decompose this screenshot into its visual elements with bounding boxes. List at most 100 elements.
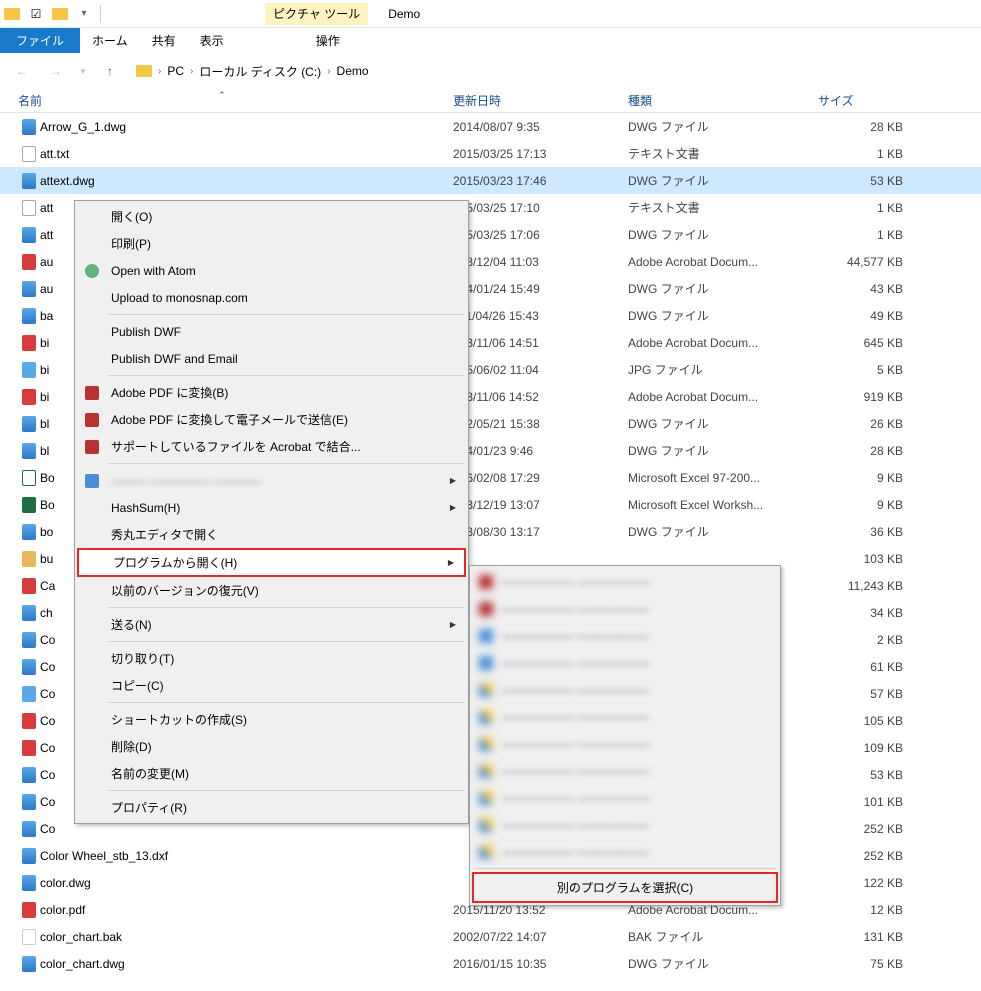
ctx-rename[interactable]: 名前の変更(M) [77,760,466,787]
file-type: JPG ファイル [628,361,818,378]
submenu-choose-another[interactable]: 別のプログラムを選択(C) [472,872,778,903]
ctx-create-shortcut[interactable]: ショートカットの作成(S) [77,706,466,733]
crumb-folder[interactable]: Demo [337,64,369,78]
tab-operate[interactable]: 操作 [304,28,352,53]
ctx-delete[interactable]: 削除(D) [77,733,466,760]
submenu-app-item[interactable]: —————— —————— [472,838,778,865]
app-icon [477,789,495,807]
app-icon [477,816,495,834]
submenu-app-item[interactable]: —————— —————— [472,703,778,730]
ctx-prev-versions[interactable]: 以前のバージョンの復元(V) [77,577,466,604]
ctx-publish-dwf-email[interactable]: Publish DWF and Email [77,345,466,372]
atom-icon [85,264,99,278]
table-row[interactable]: color_chart.bak2002/07/22 14:07BAK ファイル1… [0,923,981,950]
file-size: 43 KB [818,282,903,296]
file-size: 26 KB [818,417,903,431]
ctx-hidemaru[interactable]: 秀丸エディタで開く [77,521,466,548]
ctx-print[interactable]: 印刷(P) [77,230,466,257]
tab-view[interactable]: 表示 [188,28,236,53]
ctx-blurred-item[interactable]: ——— ————— ———— [77,467,466,494]
table-row[interactable]: Arrow_G_1.dwg2014/08/07 9:35DWG ファイル28 K… [0,113,981,140]
submenu-app-item[interactable]: —————— —————— [472,757,778,784]
app-icon [477,627,495,645]
forward-button[interactable]: → [42,57,70,85]
ctx-publish-dwf[interactable]: Publish DWF [77,318,466,345]
ctx-open[interactable]: 開く(O) [77,203,466,230]
context-menu: 開く(O) 印刷(P) Open with Atom Upload to mon… [74,200,469,824]
submenu-app-item[interactable]: —————— —————— [472,622,778,649]
adobe-icon [85,413,99,427]
file-date: 013/08/30 13:17 [453,525,628,539]
file-size: 1 KB [818,228,903,242]
tab-file[interactable]: ファイル [0,28,80,53]
titlebar: ☑ ▾ ピクチャ ツール Demo [0,0,981,28]
col-date[interactable]: 更新日時 [453,92,628,109]
ctx-open-with[interactable]: プログラムから開く(H) [77,548,466,577]
submenu-app-item[interactable]: —————— —————— [472,811,778,838]
ctx-adobe-pdf[interactable]: Adobe PDF に変換(B) [77,379,466,406]
submenu-app-item[interactable]: —————— —————— [472,649,778,676]
col-name[interactable]: 名前 ⌃ [18,92,453,109]
file-type: Adobe Acrobat Docum... [628,390,818,404]
submenu-app-item[interactable]: —————— —————— [472,730,778,757]
file-icon [18,308,40,324]
contextual-tab[interactable]: ピクチャ ツール [265,3,368,25]
ctx-upload-monosnap[interactable]: Upload to monosnap.com [77,284,466,311]
separator [109,463,464,464]
qat-folder-icon[interactable] [48,8,72,20]
window-title: Demo [388,7,420,21]
crumb-drive[interactable]: ローカル ディスク (C:) [199,63,321,80]
nav-dropdown-icon[interactable]: ▾ [76,57,90,85]
file-size: 252 KB [818,822,903,836]
file-icon [18,362,40,378]
tab-home[interactable]: ホーム [80,28,140,53]
chevron-right-icon: › [158,66,161,77]
file-icon [18,902,40,918]
file-size: 28 KB [818,120,903,134]
qat-checkbox-icon[interactable]: ☑ [24,7,48,21]
file-icon [18,632,40,648]
ctx-adobe-pdf-email[interactable]: Adobe PDF に変換して電子メールで送信(E) [77,406,466,433]
submenu-app-item[interactable]: —————— —————— [472,784,778,811]
ctx-hashsum[interactable]: HashSum(H) [77,494,466,521]
file-icon [18,740,40,756]
file-date: 015/06/02 11:04 [453,363,628,377]
file-icon [18,551,40,567]
col-type[interactable]: 種類 [628,92,818,109]
file-size: 105 KB [818,714,903,728]
file-icon [18,416,40,432]
file-type: Adobe Acrobat Docum... [628,255,818,269]
file-size: 645 KB [818,336,903,350]
file-name: attext.dwg [40,174,453,188]
ctx-cut[interactable]: 切り取り(T) [77,645,466,672]
file-size: 101 KB [818,795,903,809]
ctx-properties[interactable]: プロパティ(R) [77,794,466,821]
back-button[interactable]: ← [8,57,36,85]
submenu-app-item[interactable]: —————— —————— [472,568,778,595]
chevron-right-icon: › [327,66,330,77]
breadcrumb[interactable]: › PC › ローカル ディスク (C:) › Demo [136,63,369,80]
tab-share[interactable]: 共有 [140,28,188,53]
file-type: DWG ファイル [628,280,818,297]
ctx-copy[interactable]: コピー(C) [77,672,466,699]
ctx-open-atom[interactable]: Open with Atom [77,257,466,284]
folder-icon [0,8,24,20]
separator [474,868,776,869]
submenu-app-item[interactable]: —————— —————— [472,595,778,622]
submenu-app-item[interactable]: —————— —————— [472,676,778,703]
file-date: 2002/07/22 14:07 [453,930,628,944]
file-date: 011/04/26 15:43 [453,309,628,323]
file-icon [18,875,40,891]
file-date: 014/01/24 15:49 [453,282,628,296]
table-row[interactable]: attext.dwg2015/03/23 17:46DWG ファイル53 KB [0,167,981,194]
ctx-send-to[interactable]: 送る(N) [77,611,466,638]
separator [109,641,464,642]
table-row[interactable]: color_chart.dwg2016/01/15 10:35DWG ファイル7… [0,950,981,977]
crumb-pc[interactable]: PC [167,64,184,78]
qat-dropdown-icon[interactable]: ▾ [72,8,96,19]
table-row[interactable]: att.txt2015/03/25 17:13テキスト文書1 KB [0,140,981,167]
up-button[interactable]: ↑ [96,57,124,85]
col-size[interactable]: サイズ [818,92,913,109]
ctx-adobe-combine[interactable]: サポートしているファイルを Acrobat で結合... [77,433,466,460]
chevron-right-icon: › [190,66,193,77]
